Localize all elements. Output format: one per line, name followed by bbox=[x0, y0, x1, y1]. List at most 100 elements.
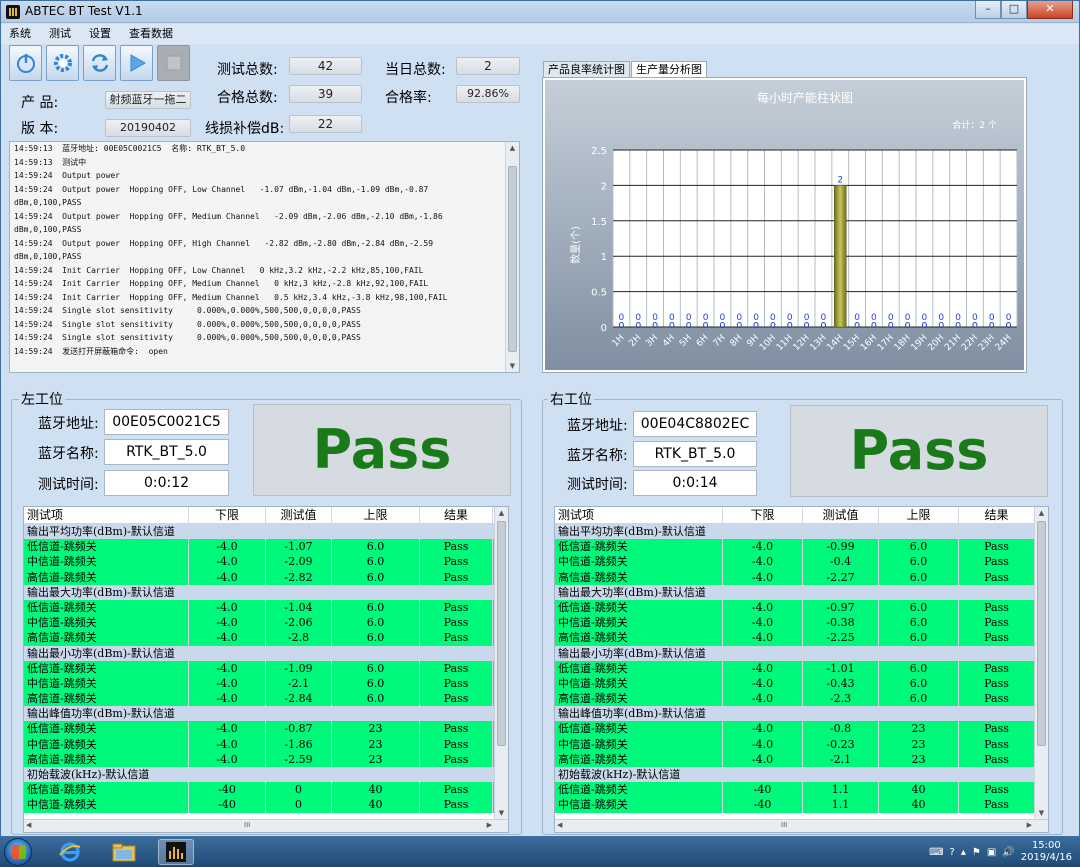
right-station-label: 右工位 bbox=[548, 389, 594, 409]
table-section-row[interactable]: 输出最大功率(dBm)-默认信道 bbox=[555, 584, 1048, 600]
refresh-button[interactable] bbox=[83, 45, 116, 81]
ie-browser-icon[interactable] bbox=[52, 839, 88, 865]
tray-expand-icon[interactable]: ▴ bbox=[961, 847, 966, 858]
table-row[interactable]: 低信道-跳频关 -4.0 -0.97 6.0 Pass bbox=[555, 599, 1048, 616]
table-vertical-scrollbar[interactable]: ▲ ▼ bbox=[1034, 507, 1048, 819]
scroll-right-icon[interactable]: ▶ bbox=[1027, 821, 1032, 829]
column-header[interactable]: 测试项 bbox=[555, 507, 723, 523]
menu-settings[interactable]: 设置 bbox=[89, 24, 111, 44]
column-header[interactable]: 测试项 bbox=[24, 507, 189, 523]
table-row[interactable]: 低信道-跳频关 -4.0 -1.04 6.0 Pass bbox=[24, 599, 508, 616]
table-row[interactable]: 中信道-跳频关 -4.0 -0.43 6.0 Pass bbox=[555, 675, 1048, 692]
column-header[interactable]: 结果 bbox=[420, 507, 493, 523]
table-row[interactable]: 高信道-跳频关 -4.0 -2.3 6.0 Pass bbox=[555, 691, 1048, 707]
table-row[interactable]: 低信道-跳频关 -4.0 -0.87 23 Pass bbox=[24, 721, 508, 737]
scroll-grip[interactable]: III bbox=[781, 821, 787, 829]
menu-system[interactable]: 系统 bbox=[9, 24, 31, 44]
table-row[interactable]: 中信道-跳频关 -4.0 -2.06 6.0 Pass bbox=[24, 615, 508, 631]
table-body: 测试项 下限 测试值 上限 结果 输出平均功率(dBm)-默认信道 低信道-跳频关 -4.0-… bbox=[24, 507, 508, 813]
column-header[interactable]: 上限 bbox=[332, 507, 420, 523]
start-button[interactable] bbox=[4, 838, 32, 866]
table-row[interactable]: 中信道-跳频关 -4.0 -0.23 23 Pass bbox=[555, 736, 1048, 752]
table-row[interactable]: 高信道-跳频关 -4.0 -2.27 6.0 Pass bbox=[555, 569, 1048, 585]
scroll-thumb[interactable] bbox=[1037, 521, 1046, 746]
table-row[interactable]: 高信道-跳频关 -4.0 -2.1 23 Pass bbox=[555, 751, 1048, 767]
table-row[interactable]: 低信道-跳频关 -4.0 -1.09 6.0 Pass bbox=[24, 660, 508, 676]
test-log-panel[interactable]: 14:59:13 蓝牙地址: 00E05C0021C5 名称: RTK_BT_5… bbox=[9, 141, 520, 373]
table-row[interactable]: 中信道-跳频关 -4.0 -0.4 6.0 Pass bbox=[555, 554, 1048, 570]
table-section-row[interactable]: 输出峰值功率(dBm)-默认信道 bbox=[24, 706, 508, 722]
table-row[interactable]: 高信道-跳频关 -4.0 -2.84 6.0 Pass bbox=[24, 691, 508, 707]
menu-view-data[interactable]: 查看数据 bbox=[129, 24, 173, 44]
table-row[interactable]: 低信道-跳频关 -4.0 -1.01 6.0 Pass bbox=[555, 660, 1048, 676]
table-row[interactable]: 低信道-跳频关 -40 0 40 Pass bbox=[24, 782, 508, 798]
table-row[interactable]: 中信道-跳频关 -4.0 -2.1 6.0 Pass bbox=[24, 675, 508, 692]
scroll-thumb[interactable] bbox=[497, 521, 506, 746]
scroll-down-icon[interactable]: ▼ bbox=[506, 360, 519, 372]
column-header[interactable]: 下限 bbox=[189, 507, 266, 523]
table-row[interactable]: 中信道-跳频关 -40 1.1 40 Pass bbox=[555, 797, 1048, 813]
scroll-right-icon[interactable]: ▶ bbox=[487, 821, 492, 829]
table-section-row[interactable]: 输出平均功率(dBm)-默认信道 bbox=[555, 524, 1048, 540]
tab-yield-chart[interactable]: 产品良率统计图 bbox=[543, 61, 630, 78]
table-cell: 6.0 bbox=[879, 569, 959, 585]
app-logo-icon bbox=[6, 5, 20, 19]
help-icon[interactable]: ? bbox=[950, 847, 955, 858]
table-section-row[interactable]: 初始载波(kHz)-默认信道 bbox=[24, 767, 508, 783]
right-results-table[interactable]: 测试项 下限 测试值 上限 结果 输出平均功率(dBm)-默认信道 低信道-跳频关 -4.0-… bbox=[554, 506, 1049, 833]
table-row[interactable]: 中信道-跳频关 -4.0 -2.09 6.0 Pass bbox=[24, 554, 508, 570]
table-row[interactable]: 中信道-跳频关 -4.0 -1.86 23 Pass bbox=[24, 736, 508, 752]
clock[interactable]: 15:00 2019/4/16 bbox=[1021, 840, 1072, 864]
table-section-row[interactable]: 输出最小功率(dBm)-默认信道 bbox=[24, 645, 508, 661]
volume-icon[interactable]: 🔊 bbox=[1002, 847, 1014, 858]
table-vertical-scrollbar[interactable]: ▲ ▼ bbox=[494, 507, 508, 819]
scroll-grip[interactable]: III bbox=[244, 821, 250, 829]
table-row[interactable]: 高信道-跳频关 -4.0 -2.82 6.0 Pass bbox=[24, 569, 508, 585]
scroll-up-icon[interactable]: ▲ bbox=[506, 142, 519, 154]
scroll-left-icon[interactable]: ◀ bbox=[557, 821, 562, 829]
scroll-down-icon[interactable]: ▼ bbox=[495, 807, 508, 819]
close-button[interactable]: ✕ bbox=[1027, 1, 1073, 19]
stop-test-button[interactable] bbox=[157, 45, 190, 81]
table-horizontal-scrollbar[interactable]: ◀ III ▶ bbox=[555, 819, 1048, 832]
power-button[interactable] bbox=[9, 45, 42, 81]
table-row[interactable]: 高信道-跳频关 -4.0 -2.8 6.0 Pass bbox=[24, 630, 508, 646]
table-row[interactable]: 低信道-跳频关 -40 1.1 40 Pass bbox=[555, 782, 1048, 798]
scroll-up-icon[interactable]: ▲ bbox=[1035, 507, 1048, 519]
column-header[interactable]: 结果 bbox=[959, 507, 1035, 523]
left-results-table[interactable]: 测试项 下限 测试值 上限 结果 输出平均功率(dBm)-默认信道 低信道-跳频关 -4.0-… bbox=[23, 506, 509, 833]
table-section-row[interactable]: 输出平均功率(dBm)-默认信道 bbox=[24, 524, 508, 540]
file-explorer-icon[interactable] bbox=[106, 839, 142, 865]
table-row[interactable]: 高信道-跳频关 -4.0 -2.25 6.0 Pass bbox=[555, 630, 1048, 646]
scroll-up-icon[interactable]: ▲ bbox=[495, 507, 508, 519]
table-row[interactable]: 低信道-跳频关 -4.0 -0.8 23 Pass bbox=[555, 721, 1048, 737]
column-header[interactable]: 测试值 bbox=[803, 507, 879, 523]
flag-icon[interactable]: ⚑ bbox=[972, 847, 981, 858]
start-test-button[interactable] bbox=[120, 45, 153, 81]
column-header[interactable]: 下限 bbox=[723, 507, 803, 523]
table-row[interactable]: 低信道-跳频关 -4.0 -0.99 6.0 Pass bbox=[555, 539, 1048, 555]
table-section-row[interactable]: 输出最小功率(dBm)-默认信道 bbox=[555, 645, 1048, 661]
menu-test[interactable]: 测试 bbox=[49, 24, 71, 44]
scroll-down-icon[interactable]: ▼ bbox=[1035, 807, 1048, 819]
scroll-thumb[interactable] bbox=[508, 166, 517, 352]
table-section-row[interactable]: 初始载波(kHz)-默认信道 bbox=[555, 767, 1048, 783]
minimize-button[interactable]: – bbox=[975, 1, 1001, 19]
table-section-row[interactable]: 输出最大功率(dBm)-默认信道 bbox=[24, 584, 508, 600]
table-row[interactable]: 中信道-跳频关 -4.0 -0.38 6.0 Pass bbox=[555, 615, 1048, 631]
keyboard-icon[interactable]: ⌨ bbox=[929, 847, 943, 858]
column-header[interactable]: 测试值 bbox=[266, 507, 332, 523]
network-icon[interactable]: ▣ bbox=[987, 847, 996, 858]
maximize-button[interactable]: □ bbox=[1001, 1, 1027, 19]
table-row[interactable]: 中信道-跳频关 -40 0 40 Pass bbox=[24, 797, 508, 813]
log-scrollbar[interactable]: ▲ ▼ bbox=[505, 142, 519, 372]
table-section-row[interactable]: 输出峰值功率(dBm)-默认信道 bbox=[555, 706, 1048, 722]
table-row[interactable]: 低信道-跳频关 -4.0 -1.07 6.0 Pass bbox=[24, 539, 508, 555]
scroll-left-icon[interactable]: ◀ bbox=[26, 821, 31, 829]
tab-production-chart[interactable]: 生产量分析图 bbox=[631, 61, 707, 78]
settings-button[interactable] bbox=[46, 45, 79, 81]
table-row[interactable]: 高信道-跳频关 -4.0 -2.59 23 Pass bbox=[24, 751, 508, 767]
column-header[interactable]: 上限 bbox=[879, 507, 959, 523]
abtec-app-taskbar-icon[interactable] bbox=[158, 839, 194, 865]
table-horizontal-scrollbar[interactable]: ◀ III ▶ bbox=[24, 819, 508, 832]
